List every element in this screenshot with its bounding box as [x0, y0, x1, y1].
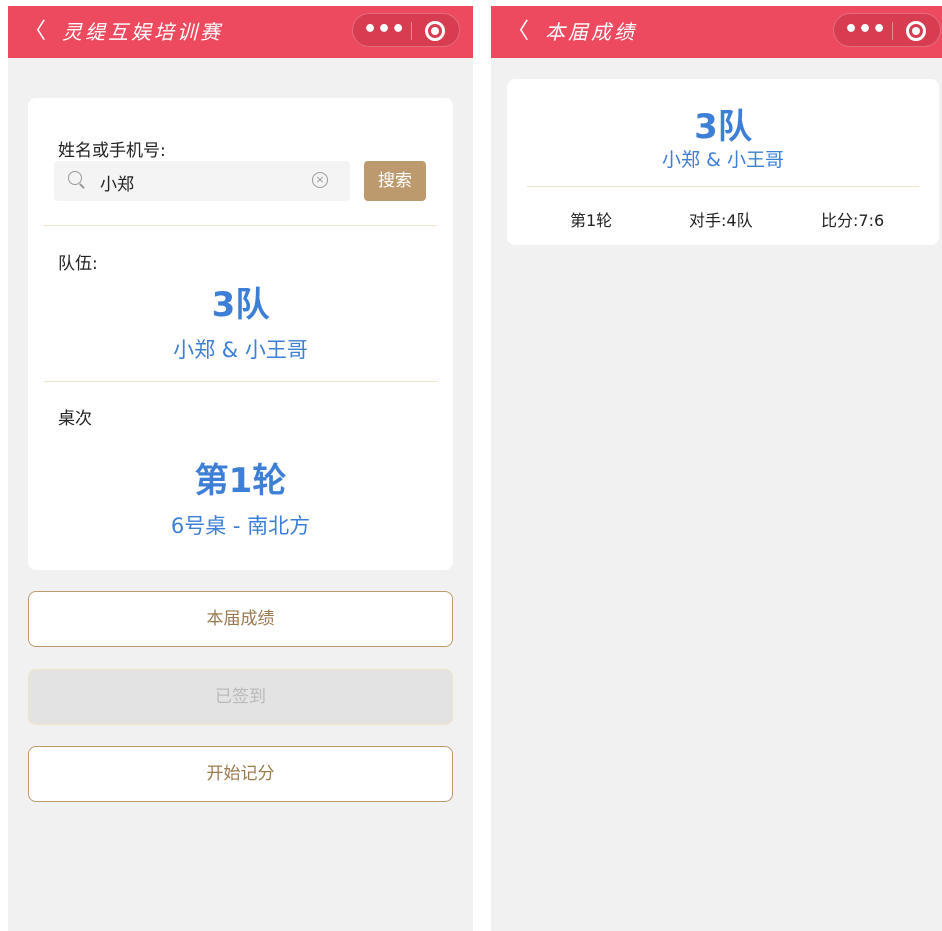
team-members: 小郑 & 小王哥	[173, 338, 308, 362]
back-icon[interactable]: 〈	[24, 19, 46, 45]
search-button[interactable]: 搜索	[364, 161, 426, 201]
result-card: 3队 小郑 & 小王哥 第1轮 对手:4队 比分:7:6	[507, 79, 939, 245]
opponent-cell: 对手:4队	[689, 211, 753, 230]
search-value[interactable]: 小郑	[100, 170, 134, 195]
page-title: 灵缇互娱培训赛	[62, 20, 223, 44]
team-name: 3队	[694, 107, 752, 147]
page-title: 本届成绩	[545, 20, 637, 44]
round-name: 第1轮	[194, 461, 287, 501]
search-icon	[68, 171, 82, 185]
mini-program-capsule: •••	[352, 13, 460, 47]
divider	[527, 186, 919, 187]
back-icon[interactable]: 〈	[507, 19, 529, 45]
round-cell: 第1轮	[570, 211, 613, 230]
nav-bar: 〈 灵缇互娱培训赛 •••	[8, 6, 473, 58]
mini-program-capsule: •••	[833, 13, 941, 47]
signed-in-button[interactable]: 已签到	[28, 669, 453, 725]
capsule-divider	[892, 22, 893, 40]
season-results-button[interactable]: 本届成绩	[28, 591, 453, 647]
score-cell: 比分:7:6	[821, 211, 885, 230]
capsule-divider	[411, 22, 412, 40]
clear-icon[interactable]: ×	[312, 172, 328, 188]
close-target-icon[interactable]	[906, 21, 926, 41]
start-scoring-button[interactable]: 开始记分	[28, 746, 453, 802]
search-input[interactable]: 小郑 ×	[54, 161, 350, 201]
table-seat: 6号桌 - 南北方	[170, 514, 311, 538]
table-label: 桌次	[58, 409, 92, 429]
nav-bar: 〈 本届成绩 •••	[491, 6, 942, 58]
team-name: 3队	[211, 285, 270, 325]
team-members: 小郑 & 小王哥	[662, 149, 784, 171]
season-results-screen: 〈 本届成绩 ••• 3队 小郑 & 小王哥 第1轮 对手:4队 比分:7:6	[491, 6, 942, 931]
training-match-screen: 〈 灵缇互娱培训赛 ••• 姓名或手机号: 小郑 × 搜索 队伍: 3队 小郑 …	[8, 6, 473, 931]
more-icon[interactable]: •••	[844, 14, 886, 48]
team-label: 队伍:	[58, 254, 98, 274]
divider	[44, 225, 437, 226]
close-target-icon[interactable]	[425, 21, 445, 41]
player-info-card: 姓名或手机号: 小郑 × 搜索 队伍: 3队 小郑 & 小王哥 桌次 第1轮 6…	[28, 98, 453, 570]
more-icon[interactable]: •••	[363, 14, 405, 48]
divider	[44, 381, 437, 382]
search-label: 姓名或手机号:	[58, 141, 166, 161]
